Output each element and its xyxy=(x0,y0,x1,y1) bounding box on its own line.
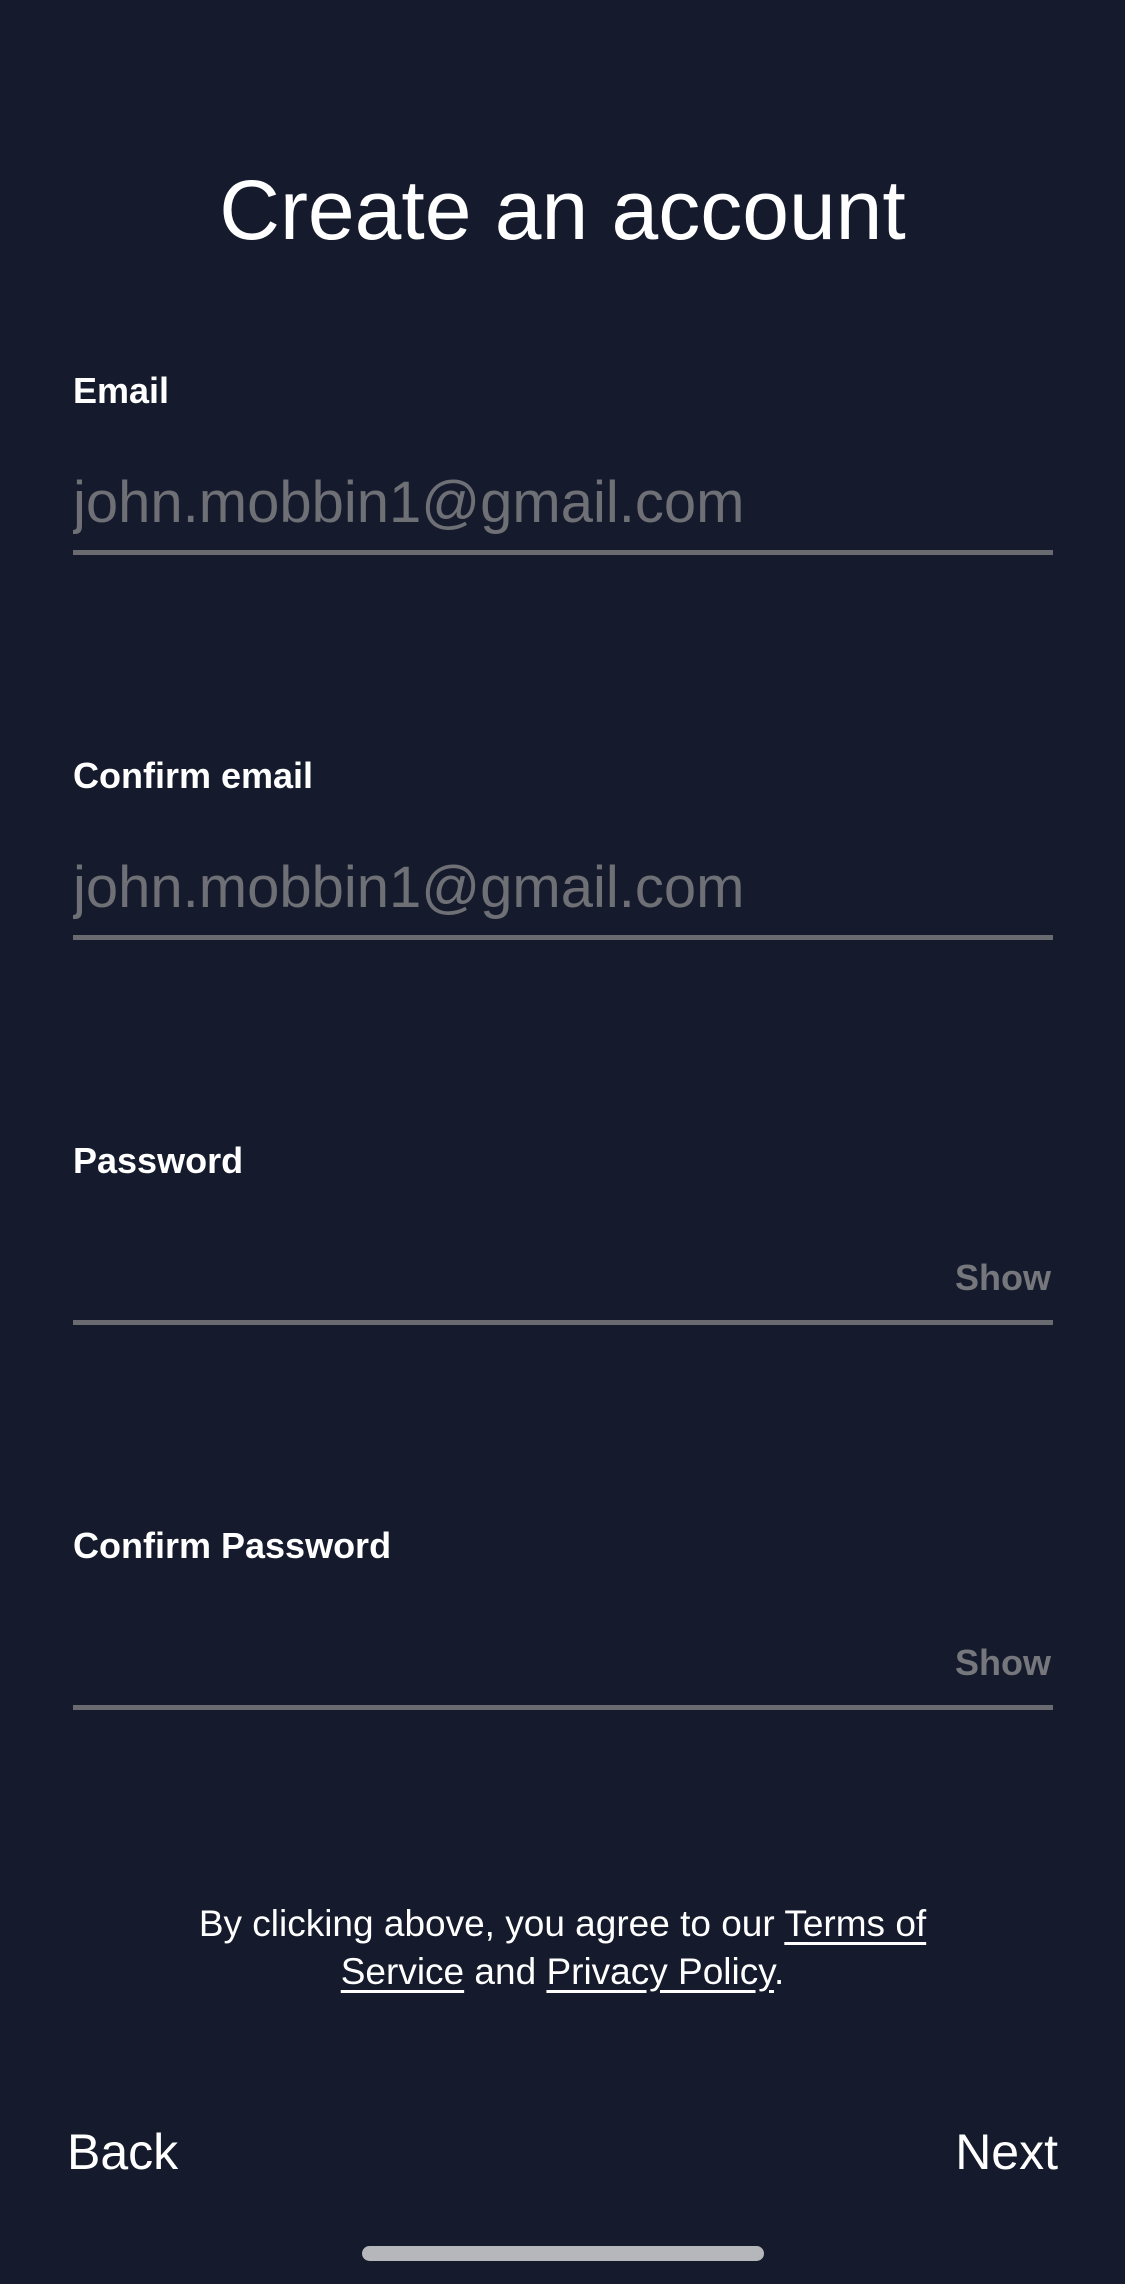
email-input[interactable] xyxy=(73,462,933,542)
page-title: Create an account xyxy=(219,163,906,257)
confirm-password-input[interactable] xyxy=(73,1617,933,1697)
legal-notice: By clicking above, you agree to our Term… xyxy=(150,1900,975,1996)
confirm-email-input[interactable] xyxy=(73,847,933,927)
privacy-policy-link[interactable]: Privacy Policy xyxy=(546,1951,774,1992)
confirm-email-label: Confirm email xyxy=(73,755,314,796)
back-button[interactable]: Back xyxy=(67,2122,178,2182)
email-label: Email xyxy=(73,370,170,411)
email-underline xyxy=(73,550,1053,555)
password-input[interactable] xyxy=(73,1232,933,1312)
home-indicator xyxy=(362,2246,764,2261)
next-button[interactable]: Next xyxy=(955,2122,1058,2182)
confirm-password-label: Confirm Password xyxy=(73,1525,392,1566)
legal-suffix: . xyxy=(773,1951,785,1992)
confirm-email-underline xyxy=(73,935,1053,940)
legal-prefix: By clicking above, you agree to our xyxy=(198,1903,785,1944)
password-label: Password xyxy=(73,1140,244,1181)
legal-middle: and xyxy=(464,1951,547,1992)
password-underline xyxy=(73,1320,1053,1325)
confirm-password-underline xyxy=(73,1705,1053,1710)
confirm-password-show-toggle[interactable]: Show xyxy=(955,1642,1051,1684)
password-show-toggle[interactable]: Show xyxy=(955,1257,1051,1299)
